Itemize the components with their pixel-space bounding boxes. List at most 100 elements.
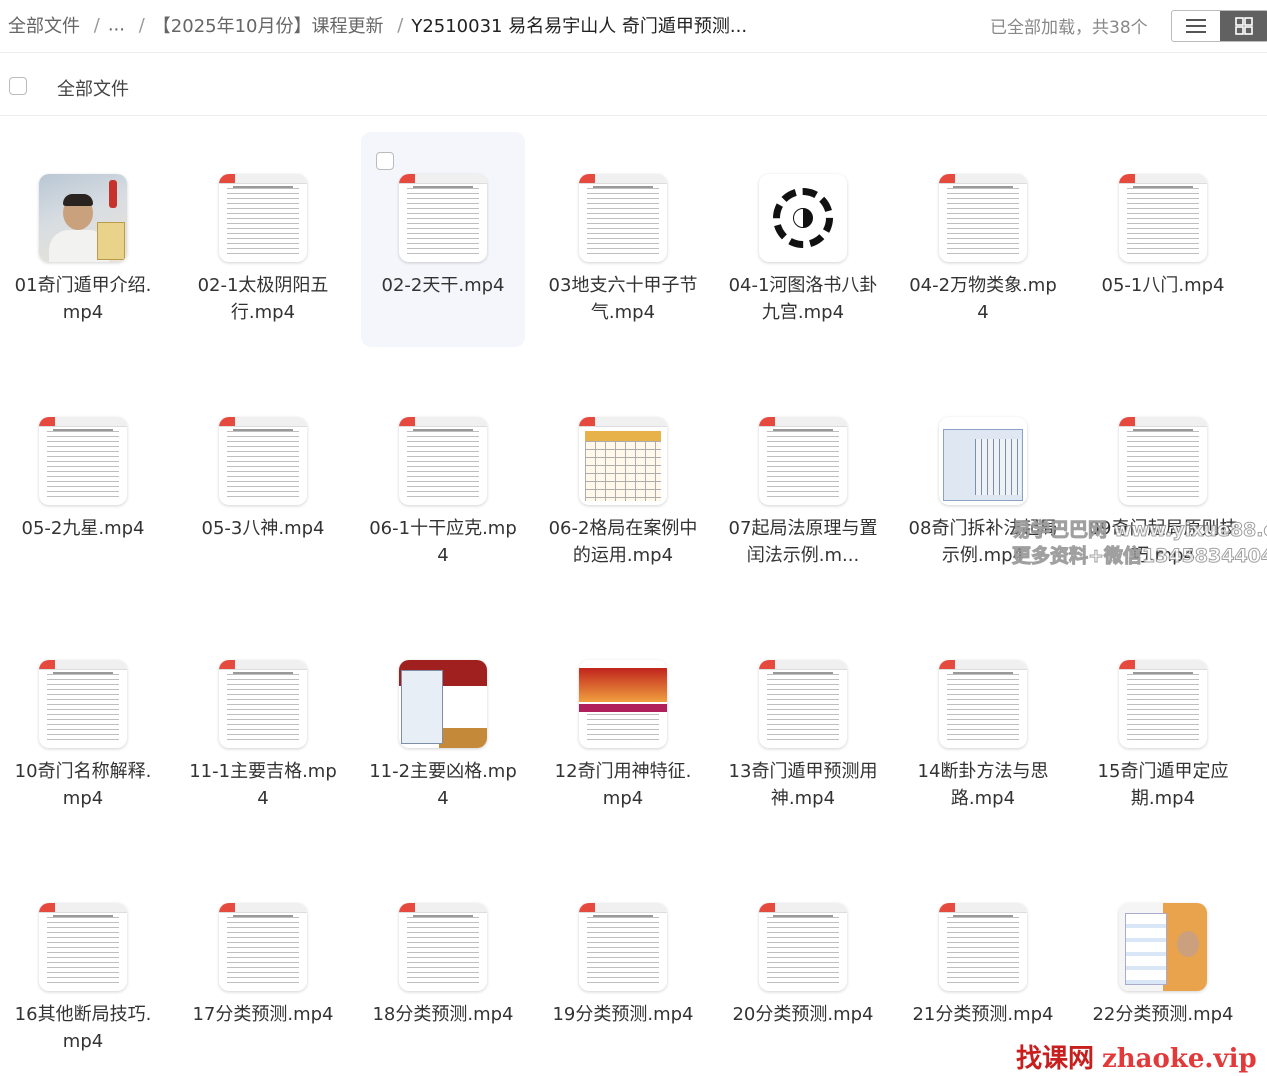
file-name: 07起局法原理与置闰法示例.m... (728, 518, 878, 566)
file-name: 06-1十干应克.mp4 (369, 518, 517, 566)
file-tile[interactable]: 05-2九星.mp4 (1, 375, 165, 590)
file-name: 03地支六十甲子节气.mp4 (548, 275, 698, 323)
watermark-text: 更多资料+微信13458344044 (1011, 545, 1267, 568)
file-thumbnail (39, 417, 127, 505)
file-tile[interactable]: 12奇门用神特征.mp4 (541, 618, 705, 833)
file-tile[interactable]: 13奇门遁甲预测用神.mp4 (721, 618, 885, 833)
file-thumbnail (759, 903, 847, 991)
grid-view-button[interactable] (1220, 11, 1267, 41)
file-thumbnail (399, 417, 487, 505)
file-thumbnail (399, 660, 487, 748)
file-thumbnail (1119, 660, 1207, 748)
file-tile[interactable]: 05-1八门.mp4 (1081, 132, 1245, 347)
file-thumbnail (219, 660, 307, 748)
file-name: 05-1八门.mp4 (1101, 275, 1225, 296)
file-name: 02-2天干.mp4 (381, 275, 505, 296)
grid-icon (1235, 17, 1253, 35)
breadcrumb-root[interactable]: 全部文件 (8, 16, 80, 37)
file-tile[interactable]: 11-2主要凶格.mp4 (361, 618, 525, 833)
file-thumbnail (1119, 903, 1207, 991)
file-tile[interactable]: 02-1太极阴阳五行.mp4 (181, 132, 345, 347)
file-name: 04-1河图洛书八卦九宫.mp4 (728, 275, 878, 323)
file-thumbnail (939, 174, 1027, 262)
list-icon (1186, 19, 1206, 33)
file-name: 02-1太极阴阳五行.mp4 (197, 275, 329, 323)
file-tile[interactable]: 04-1河图洛书八卦九宫.mp4 (721, 132, 885, 347)
file-checkbox[interactable] (376, 152, 394, 170)
file-thumbnail (759, 660, 847, 748)
file-thumbnail (759, 174, 847, 262)
breadcrumb-ellipsis[interactable]: ... (108, 15, 125, 36)
file-name: 14断卦方法与思路.mp4 (917, 761, 1049, 809)
breadcrumb-folder[interactable]: 【2025年10月份】课程更新 (153, 16, 384, 37)
file-name: 21分类预测.mp4 (912, 1004, 1054, 1025)
file-tile[interactable]: 16其他断局技巧.mp4 (1, 861, 165, 1076)
brand-name: 找课网 (1016, 1044, 1095, 1074)
brand-watermark: 找课网 zhaoke.vip (1016, 1038, 1257, 1075)
file-tile[interactable]: 11-1主要吉格.mp4 (181, 618, 345, 833)
view-toggle (1171, 10, 1267, 42)
file-tile[interactable]: 10奇门名称解释.mp4 (1, 618, 165, 833)
file-name: 05-3八神.mp4 (201, 518, 325, 539)
file-name: 13奇门遁甲预测用神.mp4 (728, 761, 878, 809)
file-thumbnail (579, 660, 667, 748)
breadcrumb: 全部文件 /... / 【2025年10月份】课程更新 / Y2510031 易名易… (8, 12, 747, 38)
load-status: 已全部加载，共38个 (990, 18, 1148, 38)
file-tile[interactable]: 19分类预测.mp4 (541, 861, 705, 1076)
file-thumbnail (759, 417, 847, 505)
file-thumbnail (399, 174, 487, 262)
select-all-checkbox[interactable] (9, 77, 27, 95)
file-tile[interactable]: 04-2万物类象.mp4 (901, 132, 1065, 347)
file-thumbnail (219, 174, 307, 262)
breadcrumb-separator: / (138, 14, 145, 36)
file-thumbnail (219, 903, 307, 991)
file-thumbnail (1119, 174, 1207, 262)
file-tile[interactable]: 03地支六十甲子节气.mp4 (541, 132, 705, 347)
file-name: 11-2主要凶格.mp4 (369, 761, 517, 809)
file-name: 10奇门名称解释.mp4 (14, 761, 152, 809)
file-tile[interactable]: 15奇门遁甲定应期.mp4 (1081, 618, 1245, 833)
file-tile[interactable]: 06-1十干应克.mp4 (361, 375, 525, 590)
file-thumbnail (939, 417, 1027, 505)
file-tile[interactable]: 20分类预测.mp4 (721, 861, 885, 1076)
file-thumbnail (399, 903, 487, 991)
breadcrumb-separator: / (93, 14, 100, 36)
file-thumbnail (939, 903, 1027, 991)
file-thumbnail (219, 417, 307, 505)
select-bar: 全部文件 (0, 60, 1267, 116)
top-bar: 全部文件 /... / 【2025年10月份】课程更新 / Y2510031 易名易… (0, 0, 1267, 53)
file-name: 06-2格局在案例中的运用.mp4 (548, 518, 698, 566)
file-name: 01奇门遁甲介绍.mp4 (14, 275, 152, 323)
breadcrumb-current: Y2510031 易名易宇山人 奇门遁甲预测... (411, 16, 748, 37)
file-tile[interactable]: 02-2天干.mp4 (361, 132, 525, 347)
file-tile[interactable]: 05-3八神.mp4 (181, 375, 345, 590)
file-thumbnail (39, 660, 127, 748)
brand-url: zhaoke.vip (1102, 1044, 1257, 1074)
file-tile[interactable]: 14断卦方法与思路.mp4 (901, 618, 1065, 833)
select-all-label: 全部文件 (57, 79, 129, 100)
file-tile[interactable]: 17分类预测.mp4 (181, 861, 345, 1076)
file-name: 20分类预测.mp4 (732, 1004, 874, 1025)
file-thumbnail (579, 417, 667, 505)
breadcrumb-separator: / (397, 14, 404, 36)
file-name: 04-2万物类象.mp4 (909, 275, 1057, 323)
file-thumbnail (1119, 417, 1207, 505)
file-name: 19分类预测.mp4 (552, 1004, 694, 1025)
file-name: 17分类预测.mp4 (192, 1004, 334, 1025)
file-tile[interactable]: 01奇门遁甲介绍.mp4 (1, 132, 165, 347)
file-name: 16其他断局技巧.mp4 (14, 1004, 152, 1052)
list-view-button[interactable] (1172, 11, 1220, 41)
file-tile[interactable]: 07起局法原理与置闰法示例.m... (721, 375, 885, 590)
file-tile[interactable]: 18分类预测.mp4 (361, 861, 525, 1076)
file-thumbnail (579, 174, 667, 262)
file-thumbnail (39, 174, 127, 262)
file-thumbnail (39, 903, 127, 991)
file-name: 22分类预测.mp4 (1092, 1004, 1234, 1025)
watermark-text: 易学巴巴网 www.yixue88.cn (1011, 519, 1267, 542)
file-name: 11-1主要吉格.mp4 (189, 761, 337, 809)
file-tile[interactable]: 06-2格局在案例中的运用.mp4 (541, 375, 705, 590)
file-name: 05-2九星.mp4 (21, 518, 145, 539)
file-name: 12奇门用神特征.mp4 (554, 761, 692, 809)
file-name: 18分类预测.mp4 (372, 1004, 514, 1025)
file-name: 15奇门遁甲定应期.mp4 (1097, 761, 1229, 809)
